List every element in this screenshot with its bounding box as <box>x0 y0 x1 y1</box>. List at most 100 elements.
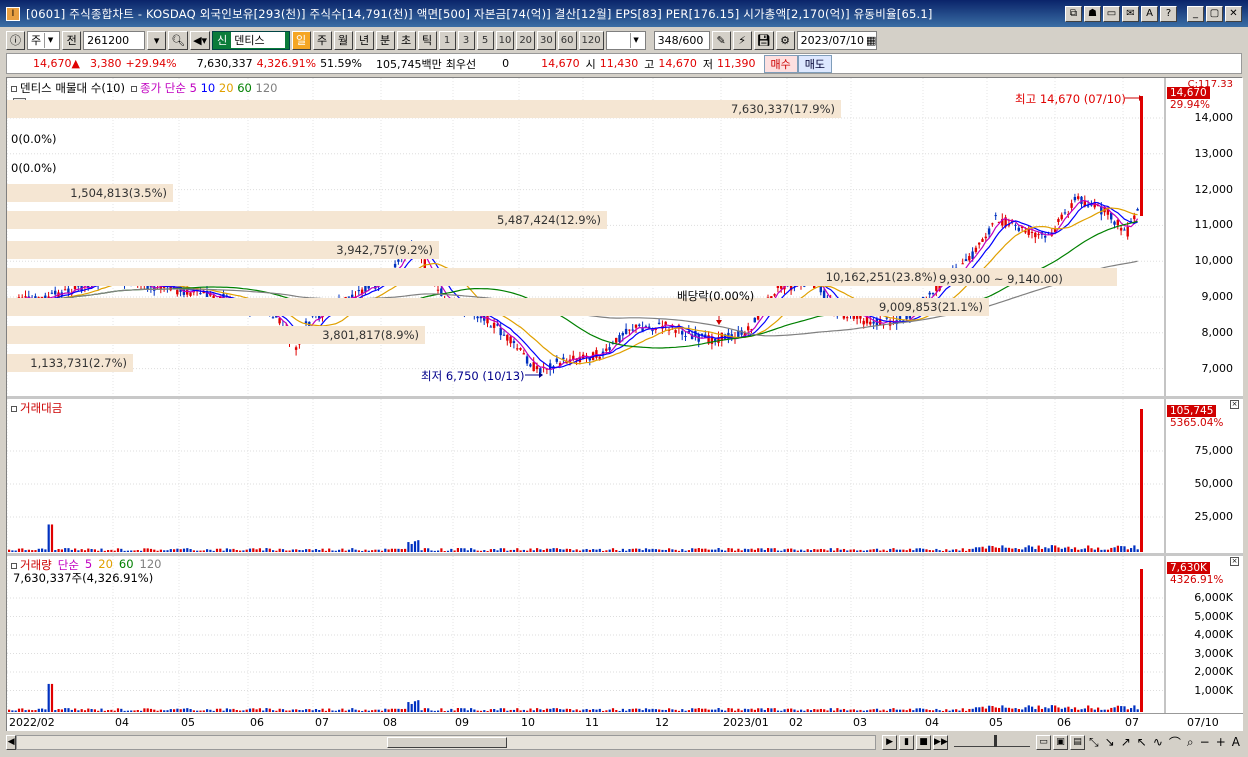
draw-tool-icon[interactable]: ✎ <box>711 30 731 50</box>
auto-scale-button[interactable]: A <box>1230 735 1242 749</box>
code-dropdown-icon[interactable]: ▾ <box>147 30 167 50</box>
scroll-left-icon[interactable]: ◀ <box>6 734 17 750</box>
indicator-icon[interactable]: ⚡ <box>732 30 752 50</box>
font-icon[interactable]: A <box>1141 5 1158 22</box>
pane-close-icon[interactable]: × <box>1230 557 1239 566</box>
stock-name-box[interactable]: 신 덴티스 <box>212 30 290 50</box>
interval-10[interactable]: 10 <box>495 30 515 50</box>
chart-area[interactable]: 덴티스 매물대 수(10) 종가 단순 5 10 20 60 120 ▦ 7,6… <box>6 77 1243 731</box>
code-input[interactable]: 261200 <box>83 30 146 50</box>
help-icon[interactable]: ? <box>1160 5 1177 22</box>
volume-bar <box>209 549 212 552</box>
volume-bar <box>1080 709 1083 712</box>
interval-1[interactable]: 1 <box>438 30 456 50</box>
sell-button[interactable]: 매도 <box>797 54 832 73</box>
count-input[interactable]: 348/600 <box>653 30 710 50</box>
crosshair-icon[interactable]: ⤡ <box>1087 735 1101 750</box>
scroll-thumb[interactable] <box>387 736 508 748</box>
period-minute[interactable]: 분 <box>375 30 395 50</box>
bid-label: 최우선 <box>445 57 477 71</box>
volume-bar <box>460 708 463 712</box>
candle-body <box>294 347 298 350</box>
type-select[interactable]: 주 ▼ <box>27 30 61 50</box>
candle-body <box>615 337 618 343</box>
prev-button[interactable]: 전 <box>62 30 82 50</box>
custom-interval-input[interactable]: ▼ <box>605 30 646 50</box>
pause-icon[interactable]: ▮ <box>899 734 915 750</box>
volume-bar <box>1024 547 1027 552</box>
speaker-icon[interactable]: ◀▾ <box>190 30 211 50</box>
interval-3[interactable]: 3 <box>457 30 475 50</box>
pane-close-icon[interactable]: × <box>1230 400 1239 409</box>
period-week[interactable]: 주 <box>312 30 332 50</box>
y-tick-label: 4,000K <box>1194 628 1233 641</box>
interval-30[interactable]: 30 <box>537 30 556 50</box>
trend-tool-icon[interactable]: ↗ <box>1119 735 1133 749</box>
period-tick[interactable]: 틱 <box>417 30 437 50</box>
volume-bar <box>882 709 885 712</box>
volume-bar <box>17 708 21 712</box>
split-icon[interactable]: ▭ <box>1036 734 1052 750</box>
amount-pane[interactable]: 거래대금 105,745 5365.04% × 75,000 50,000 25,0… <box>7 399 1243 553</box>
calendar-icon[interactable]: ▦ <box>866 34 876 47</box>
date-input[interactable]: 2023/07/10 ▦ <box>796 30 877 50</box>
layout-icon[interactable]: ▣ <box>1053 734 1069 750</box>
zoom-icon[interactable]: ⌕ <box>1185 735 1196 750</box>
zoom-out-button[interactable]: − <box>1198 735 1212 749</box>
volume-bar <box>100 708 103 712</box>
info-icon[interactable]: ⓘ <box>6 30 25 50</box>
arrow-tool-icon[interactable]: ↖ <box>1135 735 1149 749</box>
close-button[interactable]: ✕ <box>1225 5 1242 22</box>
volume-profile-bar: 9,009,853(21.1%) <box>7 298 989 316</box>
zoom-in-button[interactable]: + <box>1214 735 1228 749</box>
volume-bar <box>945 549 948 552</box>
maximize-button[interactable]: ▢ <box>1206 5 1223 22</box>
tile-icon[interactable]: ⧉ <box>1065 5 1082 22</box>
interval-60[interactable]: 60 <box>557 30 577 50</box>
search-icon[interactable]: 🔍︎ <box>168 30 189 50</box>
zoom-slider[interactable] <box>954 735 1031 747</box>
mail-icon[interactable]: ✉ <box>1122 5 1139 22</box>
volume-bar <box>598 708 601 712</box>
buy-button[interactable]: 매수 <box>763 54 798 73</box>
volume-bar <box>1080 549 1083 552</box>
volume-pane[interactable]: 거래량 단순 5 20 60 120 7,630,337주(4,326.91%)… <box>7 556 1243 713</box>
price-pane[interactable]: 덴티스 매물대 수(10) 종가 단순 5 10 20 60 120 ▦ 7,6… <box>7 78 1243 396</box>
window-icon[interactable]: ▭ <box>1103 5 1120 22</box>
volume-bar <box>87 548 90 552</box>
settings-icon[interactable]: ⚙ <box>775 30 795 50</box>
period-year[interactable]: 년 <box>354 30 374 50</box>
wave-tool-icon[interactable]: ∿ <box>1151 735 1165 749</box>
interval-20[interactable]: 20 <box>516 30 536 50</box>
save-icon[interactable]: 💾︎ <box>753 30 774 50</box>
home-icon[interactable]: ☗ <box>1084 5 1101 22</box>
volume-bar <box>305 709 308 712</box>
volume-bar <box>608 549 611 552</box>
magnet-icon[interactable]: ⌒ <box>1167 734 1183 751</box>
volume-bar <box>852 709 855 712</box>
volume-bar <box>631 708 634 712</box>
volume-bar <box>681 709 684 712</box>
minimize-button[interactable]: _ <box>1187 5 1204 22</box>
scroll-track[interactable] <box>16 734 877 750</box>
line-tool-icon[interactable]: ↘ <box>1103 735 1117 749</box>
volume-bar <box>701 708 704 712</box>
candle-body <box>1116 219 1119 226</box>
volume-bar <box>674 709 677 712</box>
fast-forward-icon[interactable]: ▶▶ <box>933 734 949 750</box>
interval-5[interactable]: 5 <box>476 30 494 50</box>
interval-120[interactable]: 120 <box>578 30 604 50</box>
volume-bar <box>618 710 621 712</box>
volume-bar <box>1116 705 1119 712</box>
chart-toolbar: ⓘ 주 ▼ 전 261200 ▾ 🔍︎ ◀▾ 신 덴티스 일 주 월 년 분 초 틱… <box>0 28 1248 52</box>
volume-bar <box>235 549 238 552</box>
stop-icon[interactable]: ■ <box>916 734 932 750</box>
period-month[interactable]: 월 <box>333 30 353 50</box>
volume-bar <box>529 708 532 712</box>
volume-bar <box>8 709 11 712</box>
period-second[interactable]: 초 <box>396 30 416 50</box>
layout2-icon[interactable]: ▤ <box>1070 734 1086 750</box>
x-axis-label: 07 <box>315 716 329 729</box>
play-icon[interactable]: ▶ <box>882 734 898 750</box>
period-day[interactable]: 일 <box>291 30 311 50</box>
